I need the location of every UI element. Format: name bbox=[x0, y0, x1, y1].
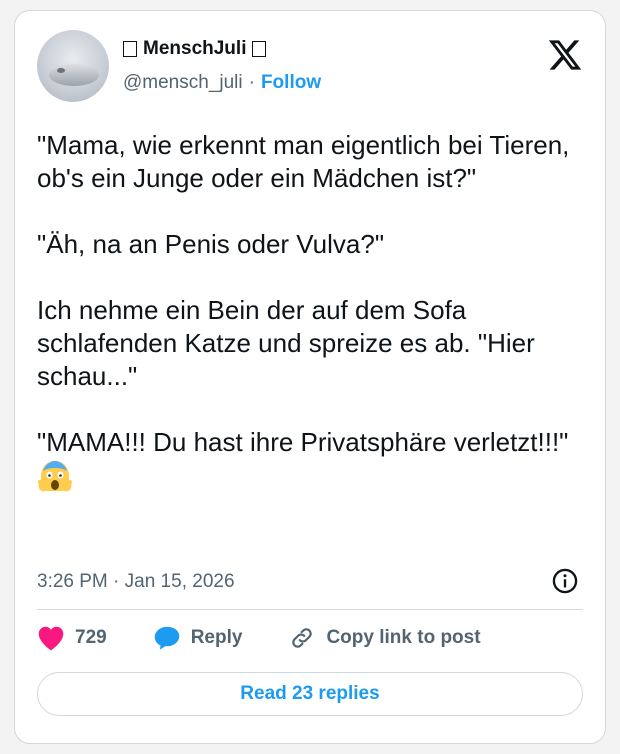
avatar-seal-shape bbox=[49, 64, 99, 86]
like-button[interactable]: 729 bbox=[37, 625, 107, 651]
separator-dot: · bbox=[248, 72, 255, 93]
reply-button[interactable]: Reply bbox=[153, 625, 243, 651]
tweet-text: "Mama, wie erkennt man eigentlich bei Ti… bbox=[37, 130, 570, 457]
user-name-row[interactable]: MenschJuli bbox=[123, 38, 267, 60]
tweet-card: MenschJuli @mensch_juli · Follow "Mama, … bbox=[14, 10, 606, 744]
avatar[interactable] bbox=[37, 30, 109, 102]
like-count: 729 bbox=[75, 627, 107, 648]
action-bar: 729 Reply Copy link to post bbox=[37, 625, 481, 651]
emoji-placeholder-icon bbox=[123, 41, 137, 57]
tweet-timestamp[interactable]: 3:26 PM · Jan 15, 2026 bbox=[37, 571, 235, 593]
follow-button[interactable]: Follow bbox=[261, 72, 321, 94]
emoji-placeholder-icon bbox=[252, 41, 267, 57]
info-icon[interactable] bbox=[551, 567, 579, 595]
handle-row: @mensch_juli · Follow bbox=[123, 72, 321, 94]
link-icon bbox=[292, 628, 313, 648]
user-handle[interactable]: @mensch_juli bbox=[123, 72, 243, 94]
copy-link-label: Copy link to post bbox=[326, 627, 481, 648]
reply-bubble-icon bbox=[154, 626, 179, 650]
divider bbox=[37, 609, 583, 610]
face-screaming-in-fear-icon bbox=[38, 461, 72, 492]
avatar-seal-eye bbox=[57, 68, 65, 73]
reply-label: Reply bbox=[190, 627, 243, 648]
tweet-text-block: "Mama, wie erkennt man eigentlich bei Ti… bbox=[37, 129, 593, 495]
display-name[interactable]: MenschJuli bbox=[143, 38, 246, 60]
copy-link-button[interactable]: Copy link to post bbox=[288, 625, 481, 651]
heart-icon bbox=[38, 626, 64, 651]
x-logo-icon[interactable] bbox=[547, 37, 583, 73]
read-replies-button[interactable]: Read 23 replies bbox=[37, 672, 583, 716]
